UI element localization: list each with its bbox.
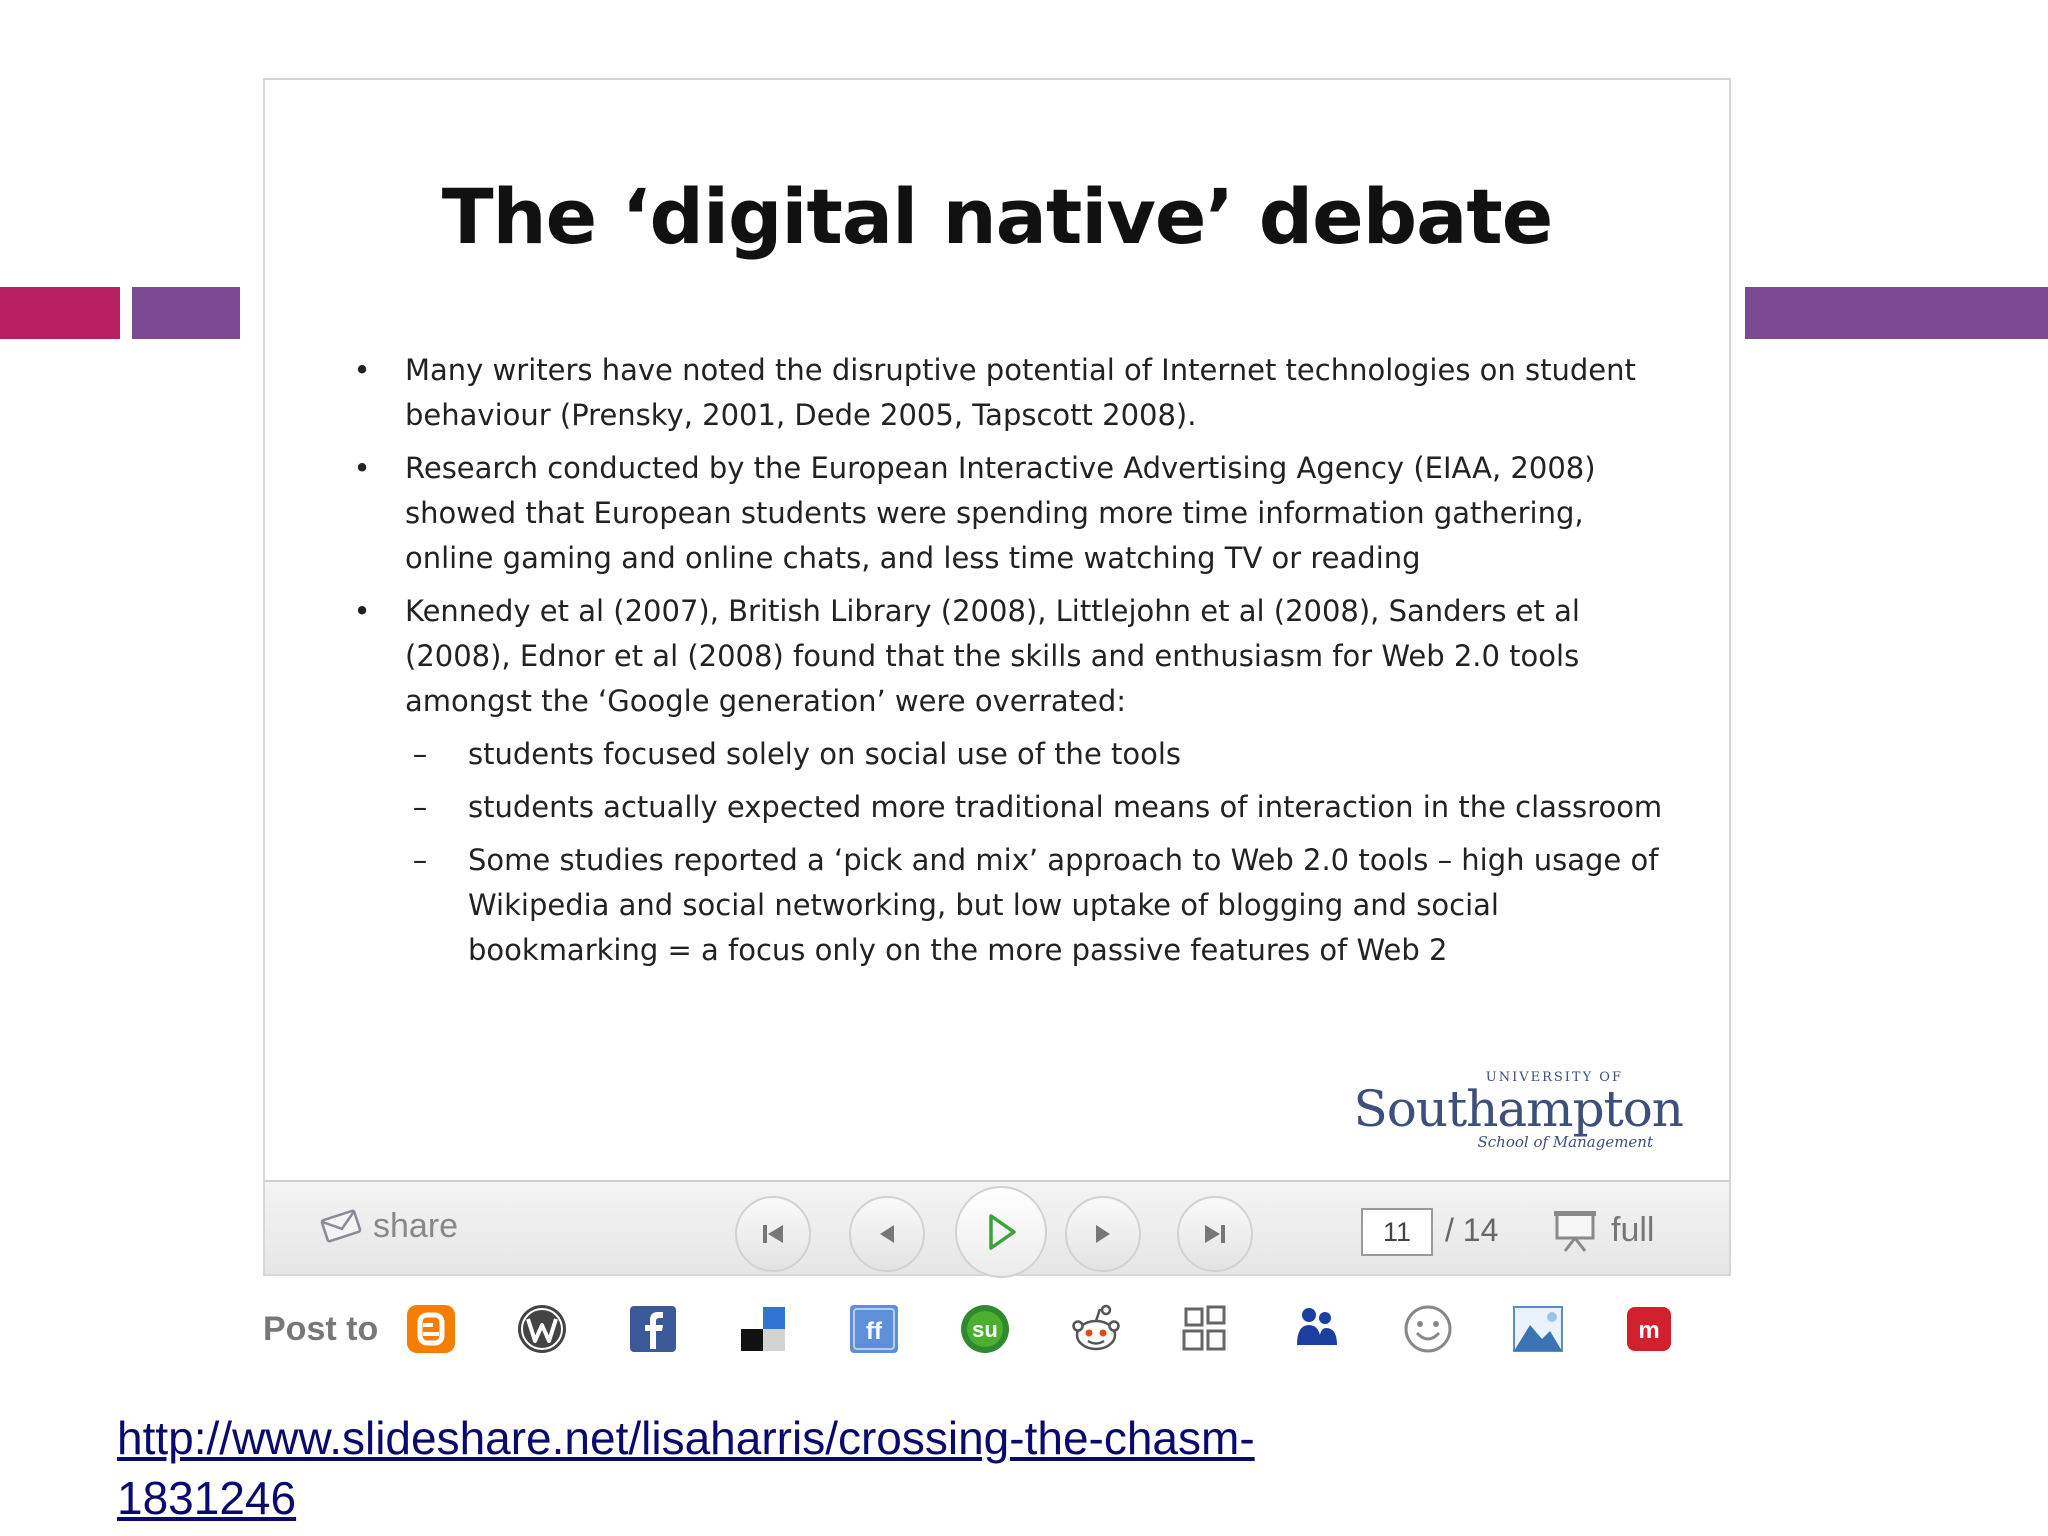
- university-logo: UNIVERSITY OF Southampton School of Mana…: [1353, 1070, 1684, 1151]
- post-to-blogger[interactable]: [402, 1300, 460, 1358]
- page-total: / 14: [1445, 1212, 1499, 1248]
- bullet-marker: •: [353, 451, 371, 485]
- last-slide-icon: [1205, 1225, 1225, 1243]
- wordpress-icon: [517, 1305, 566, 1353]
- myspace-icon: [1296, 1308, 1337, 1345]
- slide-bullet: • Research conducted by the European Int…: [347, 446, 1677, 581]
- source-link[interactable]: http://www.slideshare.net/lisaharris/cro…: [117, 1408, 1417, 1528]
- bullet-text: Many writers have noted the disruptive p…: [405, 353, 1636, 432]
- post-to-mixx[interactable]: [1177, 1300, 1235, 1358]
- last-slide-button[interactable]: [1177, 1196, 1253, 1272]
- delicious-icon: [741, 1307, 786, 1351]
- previous-slide-button[interactable]: [849, 1196, 925, 1272]
- mixi-icon: m: [1627, 1307, 1672, 1351]
- slide-viewer: The ‘digital native’ debate • Many write…: [263, 78, 1731, 1278]
- smiley-icon: [1404, 1305, 1452, 1353]
- post-to-facebook[interactable]: [624, 1300, 682, 1358]
- facebook-icon: [629, 1306, 676, 1352]
- post-to-stumbleupon[interactable]: su: [956, 1300, 1014, 1358]
- share-label: share: [373, 1206, 459, 1245]
- bullet-marker: •: [353, 353, 371, 387]
- page-number-input[interactable]: 11: [1361, 1208, 1433, 1256]
- slide-title: The ‘digital native’ debate: [441, 172, 1554, 261]
- post-to-wordpress[interactable]: [513, 1300, 571, 1358]
- post-to-myspace[interactable]: [1288, 1300, 1346, 1358]
- post-to-bar: Post to ff su m: [263, 1293, 1731, 1365]
- share-button[interactable]: share: [319, 1204, 458, 1248]
- first-slide-button[interactable]: [735, 1196, 811, 1272]
- subbullet-marker: –: [412, 737, 428, 771]
- player-toolbar: share 11 / 14 full: [265, 1180, 1729, 1278]
- post-to-friendfeed[interactable]: ff: [845, 1300, 903, 1358]
- subbullet-marker: –: [412, 843, 428, 877]
- first-slide-icon: [763, 1225, 783, 1243]
- subbullet-marker: –: [412, 790, 428, 824]
- slide-subbullet: – students focused solely on social use …: [347, 732, 1677, 777]
- fullscreen-icon: [1554, 1211, 1596, 1252]
- photobucket-icon: [1513, 1306, 1564, 1352]
- subbullet-text: Some studies reported a ‘pick and mix’ a…: [468, 843, 1659, 967]
- decor-bar-purple-right: [1745, 287, 2048, 339]
- svg-text:ff: ff: [866, 1318, 883, 1345]
- bullet-text: Research conducted by the European Inter…: [405, 451, 1596, 575]
- post-to-photobucket[interactable]: [1510, 1300, 1568, 1358]
- logo-main-text: Southampton: [1353, 1080, 1684, 1138]
- svg-text:m: m: [1638, 1317, 1659, 1344]
- post-to-mixi[interactable]: m: [1620, 1300, 1678, 1358]
- next-slide-button[interactable]: [1065, 1196, 1141, 1272]
- next-slide-icon: [1096, 1225, 1110, 1243]
- post-to-reddit[interactable]: [1067, 1300, 1125, 1358]
- subbullet-text: students actually expected more traditio…: [468, 790, 1663, 824]
- post-to-smiley[interactable]: [1399, 1300, 1457, 1358]
- decor-bar-pink: [0, 287, 120, 339]
- slide-subbullet: – Some studies reported a ‘pick and mix’…: [347, 838, 1677, 973]
- stumbleupon-icon: su: [960, 1305, 1009, 1353]
- fullscreen-button[interactable]: full: [1551, 1206, 1654, 1254]
- reddit-icon: [1071, 1304, 1120, 1351]
- slide-subbullet: – students actually expected more tradit…: [347, 785, 1677, 830]
- share-icon: [320, 1209, 362, 1243]
- mixx-icon: [1182, 1305, 1226, 1351]
- slide-bullet: • Many writers have noted the disruptive…: [347, 348, 1677, 438]
- play-button[interactable]: [955, 1186, 1047, 1278]
- slide-body: • Many writers have noted the disruptive…: [347, 348, 1677, 981]
- slide-bullet: • Kennedy et al (2007), British Library …: [347, 589, 1677, 724]
- bullet-marker: •: [353, 594, 371, 628]
- bullet-text: Kennedy et al (2007), British Library (2…: [405, 594, 1580, 718]
- subbullet-text: students focused solely on social use of…: [468, 737, 1182, 771]
- post-to-label: Post to: [263, 1309, 379, 1348]
- svg-text:su: su: [972, 1317, 998, 1342]
- play-icon: [989, 1214, 1016, 1250]
- decor-bar-purple-left: [132, 287, 240, 339]
- friendfeed-icon: ff: [850, 1305, 899, 1353]
- blogger-icon: [407, 1305, 456, 1353]
- fullscreen-label: full: [1611, 1210, 1655, 1249]
- previous-slide-icon: [880, 1225, 894, 1243]
- post-to-delicious[interactable]: [734, 1300, 792, 1358]
